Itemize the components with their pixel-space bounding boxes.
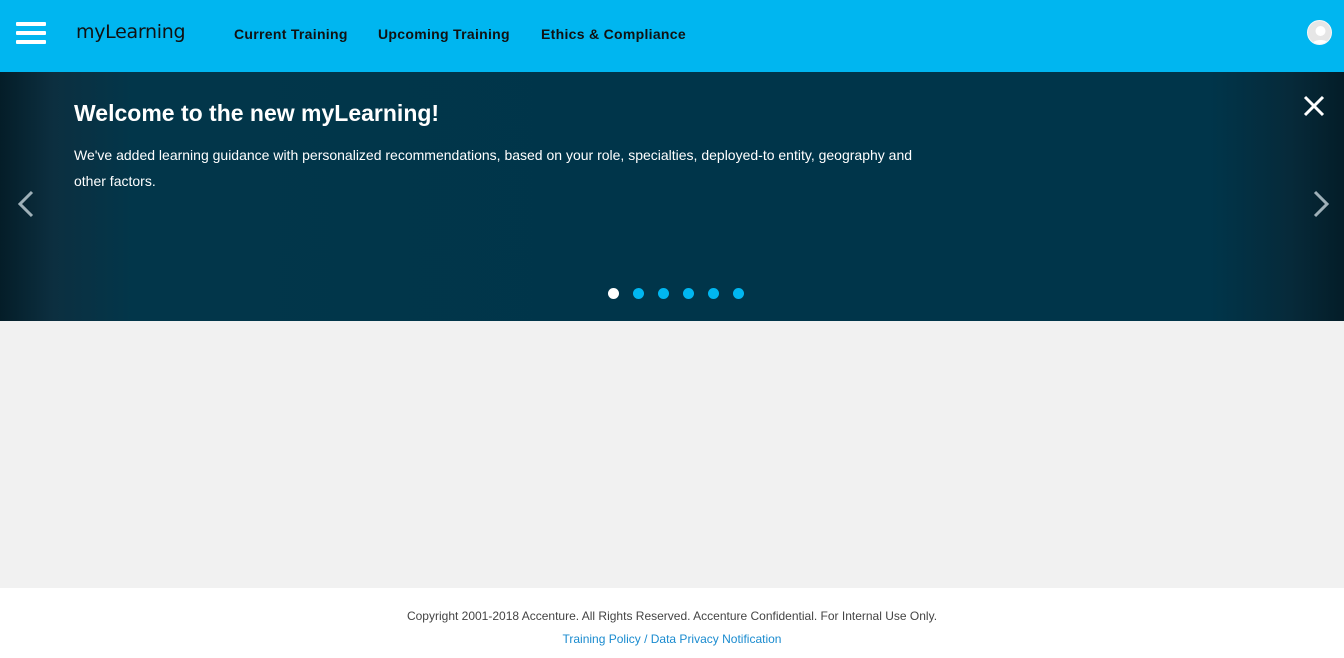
banner-text: We've added learning guidance with perso… bbox=[74, 147, 913, 189]
app-brand[interactable]: myLearning bbox=[76, 21, 186, 43]
top-navigation-bar: myLearning Current Training Upcoming Tra… bbox=[0, 0, 1344, 72]
carousel-dot[interactable] bbox=[708, 288, 719, 299]
user-avatar-icon[interactable] bbox=[1307, 20, 1332, 45]
chevron-left-icon[interactable] bbox=[14, 188, 38, 220]
carousel-dot[interactable] bbox=[658, 288, 669, 299]
training-policy-link[interactable]: Training Policy / Data Privacy Notificat… bbox=[0, 632, 1344, 646]
page-footer: Copyright 2001-2018 Accenture. All Right… bbox=[0, 588, 1344, 658]
nav-ethics-compliance[interactable]: Ethics & Compliance bbox=[541, 26, 686, 42]
banner-title: Welcome to the new myLearning! bbox=[74, 100, 440, 126]
carousel-dot[interactable] bbox=[733, 288, 744, 299]
hamburger-menu-icon[interactable] bbox=[16, 22, 46, 44]
copyright-text: Copyright 2001-2018 Accenture. All Right… bbox=[406, 609, 938, 623]
nav-upcoming-training[interactable]: Upcoming Training bbox=[378, 26, 510, 42]
nav-current-training[interactable]: Current Training bbox=[234, 26, 348, 42]
close-icon[interactable] bbox=[1300, 92, 1328, 120]
carousel-dot[interactable] bbox=[608, 288, 619, 299]
chevron-right-icon[interactable] bbox=[1309, 188, 1333, 220]
welcome-banner-carousel: Welcome to the new myLearning! We've add… bbox=[0, 72, 1344, 321]
carousel-dot[interactable] bbox=[633, 288, 644, 299]
carousel-dot[interactable] bbox=[683, 288, 694, 299]
